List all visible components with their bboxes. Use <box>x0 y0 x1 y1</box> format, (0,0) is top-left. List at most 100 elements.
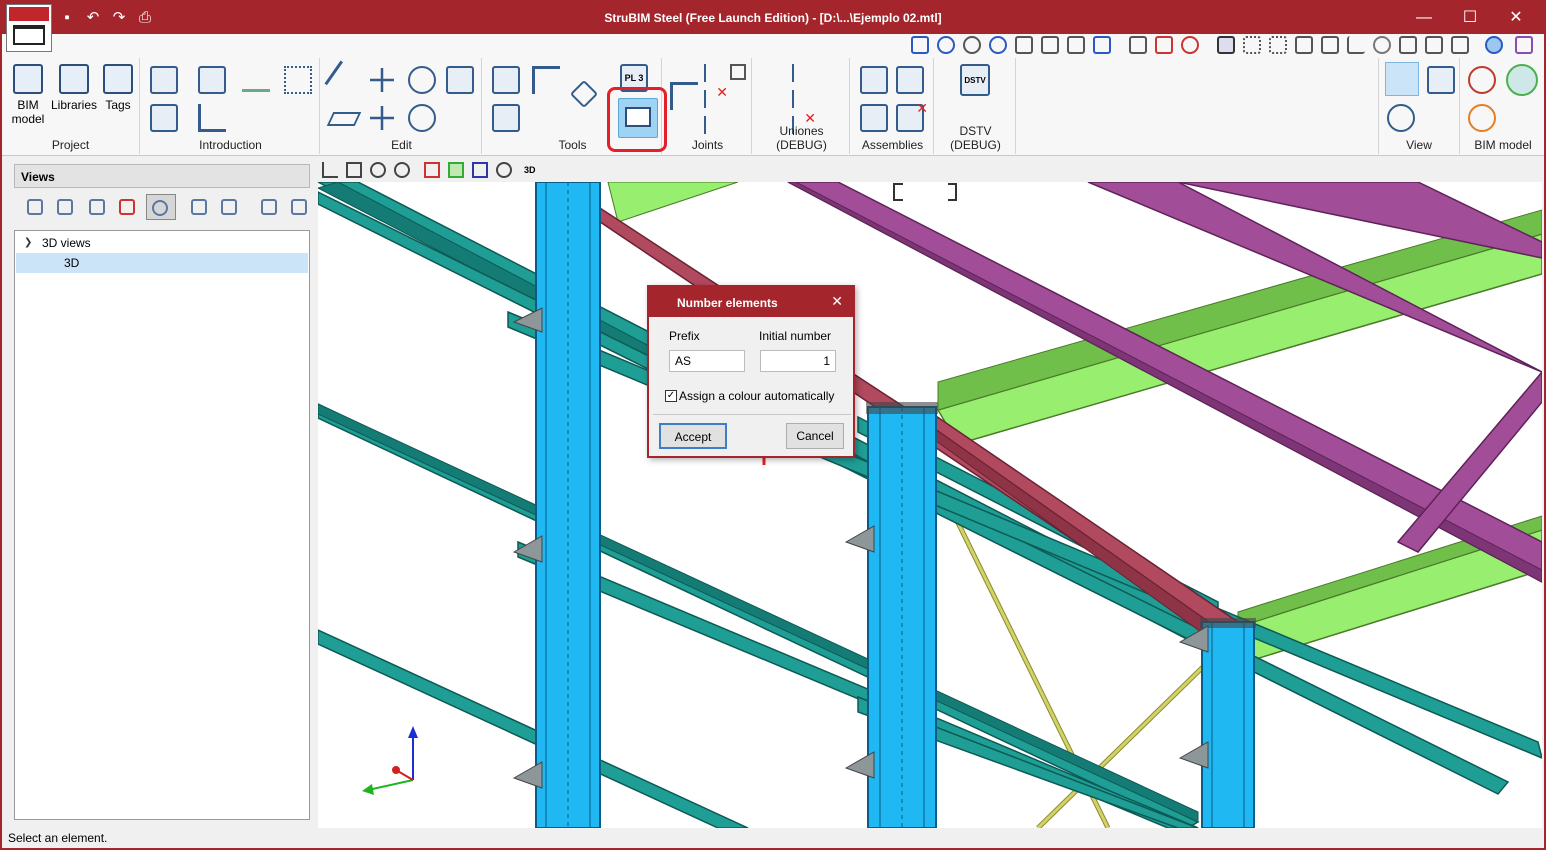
bim-share-icon[interactable] <box>1468 66 1496 94</box>
box-icon[interactable] <box>346 162 362 178</box>
union-edit-icon[interactable] <box>792 64 810 82</box>
joint-edit-icon[interactable] <box>704 64 722 82</box>
close-button[interactable]: ✕ <box>1494 6 1538 30</box>
hand-icon[interactable] <box>1041 36 1059 54</box>
view-3d-toggle[interactable]: 3D <box>524 162 540 178</box>
layer-green-icon[interactable] <box>448 162 464 178</box>
joint-window-icon[interactable] <box>730 64 746 80</box>
app-logo[interactable] <box>6 4 52 52</box>
dotted-grid-icon[interactable] <box>1269 36 1287 54</box>
settings-icon[interactable] <box>1387 104 1415 132</box>
assembly-icon[interactable] <box>860 66 888 94</box>
layer-red-icon[interactable] <box>424 162 440 178</box>
maximize-button[interactable]: ☐ <box>1448 6 1492 30</box>
magnet-icon[interactable] <box>1181 36 1199 54</box>
union-edit2-icon[interactable] <box>792 90 810 108</box>
tree-item-label: 3D <box>64 256 80 270</box>
new-view-icon[interactable] <box>22 194 48 220</box>
plate-icon[interactable] <box>150 104 178 132</box>
view-3d-icon[interactable] <box>1385 62 1419 96</box>
accept-button[interactable]: Accept <box>659 423 727 449</box>
column-base-icon[interactable] <box>198 104 226 132</box>
dstv-export-icon[interactable]: DSTV <box>960 64 990 96</box>
title-bar: ▪ ↶ ↷ ⎙ StruBIM Steel (Free Launch Editi… <box>2 2 1544 34</box>
tree-item-3d[interactable]: 3D <box>16 253 308 273</box>
angle-icon[interactable] <box>1347 36 1365 54</box>
eraser-icon[interactable] <box>326 112 362 126</box>
prefix-input[interactable]: AS <box>669 350 745 372</box>
dots-icon[interactable] <box>1243 36 1261 54</box>
scale-icon[interactable] <box>1321 36 1339 54</box>
globe-icon[interactable] <box>1485 36 1503 54</box>
wire-icon[interactable] <box>394 162 410 178</box>
library-icon <box>59 64 89 94</box>
zoom-icon[interactable] <box>963 36 981 54</box>
extend-icon[interactable] <box>532 66 560 94</box>
dialog-close-icon[interactable]: ✕ <box>831 293 843 310</box>
copy-icon[interactable] <box>446 66 474 94</box>
layer-blue-icon[interactable] <box>472 162 488 178</box>
beam-profile-icon[interactable] <box>150 66 178 94</box>
status-bar: Select an element. <box>2 828 1544 848</box>
eye-icon[interactable] <box>496 162 512 178</box>
assign-colour-checkbox[interactable]: ✓ <box>665 390 677 402</box>
tags-button[interactable]: Tags <box>96 64 140 112</box>
snap-icon[interactable] <box>1155 36 1173 54</box>
libraries-button[interactable]: Libraries <box>50 64 98 112</box>
view-icon[interactable] <box>911 36 929 54</box>
frame-icon[interactable] <box>1217 36 1235 54</box>
tree-group-3d-views[interactable]: ❯ 3D views <box>16 233 308 253</box>
bolt-icon[interactable] <box>198 66 226 94</box>
copy-view-icon[interactable] <box>84 194 110 220</box>
camera-icon[interactable] <box>186 194 212 220</box>
axis-icon[interactable] <box>322 162 338 178</box>
zoom-window-icon[interactable] <box>1015 36 1033 54</box>
section-view-icon[interactable] <box>286 194 312 220</box>
pencil-icon[interactable] <box>324 60 364 100</box>
move-view-icon[interactable] <box>1067 36 1085 54</box>
eye-view-icon[interactable] <box>146 194 176 220</box>
cube-view-icon[interactable] <box>256 194 282 220</box>
minimize-button[interactable]: — <box>1402 6 1446 30</box>
fit-icon[interactable] <box>1093 36 1111 54</box>
camera-edit-icon[interactable] <box>216 194 242 220</box>
stretch-icon[interactable] <box>368 104 396 132</box>
viewport-3d[interactable] <box>318 182 1542 828</box>
assembly-add-icon[interactable] <box>860 104 888 132</box>
group-label-joints: Joints <box>691 138 724 152</box>
move-icon[interactable] <box>368 66 396 94</box>
joint-delete-icon[interactable] <box>704 84 728 108</box>
measure-icon[interactable] <box>408 104 436 132</box>
dotted-grid-tool-icon[interactable] <box>284 66 312 94</box>
comment-icon[interactable] <box>1425 36 1443 54</box>
weld-pen-icon[interactable] <box>242 64 270 92</box>
bim-model-button[interactable]: BIM model <box>6 64 50 126</box>
bim-sync-icon[interactable] <box>1468 104 1496 132</box>
assembly-delete-icon[interactable] <box>896 100 928 132</box>
render-icon[interactable] <box>370 162 386 178</box>
edit-view-icon[interactable] <box>52 194 78 220</box>
grid-icon[interactable] <box>1129 36 1147 54</box>
clipboard-icon[interactable] <box>1399 36 1417 54</box>
package-icon[interactable] <box>1515 36 1533 54</box>
user-icon[interactable] <box>1506 64 1538 96</box>
split-icon[interactable] <box>492 104 520 132</box>
joint-copy-icon[interactable] <box>704 116 722 134</box>
align-icon[interactable] <box>492 66 520 94</box>
tools-icon[interactable] <box>1451 36 1469 54</box>
keyboard-icon[interactable] <box>1295 36 1313 54</box>
pan-icon[interactable] <box>937 36 955 54</box>
group-joints: Joints <box>664 58 752 154</box>
chevron-down-icon[interactable]: ❯ <box>24 233 32 253</box>
joint-icon[interactable] <box>670 82 698 110</box>
assembly-edit-icon[interactable] <box>896 66 924 94</box>
refresh-icon[interactable] <box>1373 36 1391 54</box>
cancel-button[interactable]: Cancel <box>786 423 844 449</box>
delete-view-icon[interactable] <box>114 194 140 220</box>
rotate-tool-icon[interactable] <box>408 66 436 94</box>
rotate-icon[interactable] <box>989 36 1007 54</box>
tag-icon[interactable] <box>569 79 599 109</box>
cube-icon[interactable] <box>1427 66 1455 94</box>
initial-number-input[interactable]: 1 <box>760 350 836 372</box>
group-label-edit: Edit <box>391 138 412 152</box>
